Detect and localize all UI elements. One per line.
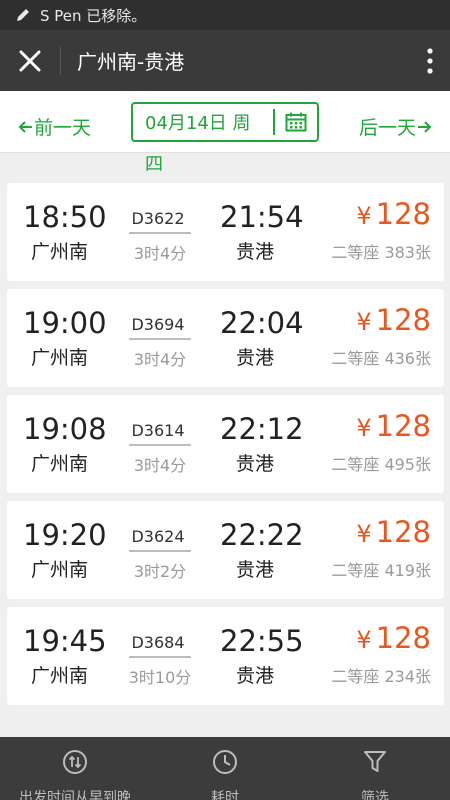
ticket-price: ¥128 (356, 197, 431, 231)
ticket-price: ¥128 (356, 303, 431, 337)
depart-time: 19:20 (23, 518, 107, 552)
seat-availability: 二等座 383张 (331, 243, 431, 262)
currency-symbol: ¥ (356, 626, 372, 654)
currency-symbol: ¥ (356, 520, 372, 548)
depart-time: 19:45 (23, 624, 107, 658)
date-picker[interactable]: 04月14日 周 (131, 102, 319, 142)
close-button[interactable] (0, 30, 60, 91)
price-value: 128 (375, 515, 431, 549)
arrive-station: 贵港 (236, 559, 275, 581)
depart-station: 广州南 (31, 559, 89, 581)
seat-availability: 二等座 495张 (331, 455, 431, 474)
train-row[interactable]: 19:00 广州南 D3694 3时4分 22:04 贵港 ¥128 二等座 4… (7, 289, 444, 387)
train-number: D3624 (131, 527, 185, 546)
date-text: 04月14日 周 (145, 113, 251, 134)
seat-availability: 二等座 419张 (331, 561, 431, 580)
arrow-right-icon (418, 120, 432, 133)
trip-duration: 3时10分 (128, 668, 192, 687)
filter-button[interactable]: 筛选 (300, 737, 450, 800)
close-icon (19, 50, 41, 71)
train-row[interactable]: 19:45 广州南 D3684 3时10分 22:55 贵港 ¥128 二等座 … (7, 607, 444, 705)
route-line (129, 550, 191, 552)
calendar-icon (285, 112, 307, 132)
train-number: D3614 (131, 421, 185, 440)
arrive-time: 21:54 (220, 200, 304, 234)
train-number: D3684 (131, 633, 185, 652)
sort-by-departure-button[interactable]: 出发时间从早到晚 (0, 737, 150, 800)
trip-duration: 3时2分 (133, 562, 187, 581)
currency-symbol: ¥ (356, 202, 372, 230)
trip-duration: 3时4分 (133, 244, 187, 263)
train-number: D3622 (131, 209, 185, 228)
price-value: 128 (375, 303, 431, 337)
depart-station: 广州南 (31, 241, 89, 263)
status-text: S Pen 已移除。 (40, 6, 147, 25)
arrow-left-icon (18, 120, 32, 133)
seat-availability: 二等座 234张 (331, 667, 431, 686)
date-bar: 前一天 04月14日 周 后一天 (0, 91, 450, 153)
ticket-price: ¥128 (356, 409, 431, 443)
sort-icon (63, 750, 87, 774)
depart-station: 广州南 (31, 665, 89, 687)
arrive-station: 贵港 (236, 241, 275, 263)
trip-duration: 3时4分 (133, 456, 187, 475)
train-row[interactable]: 18:50 广州南 D3622 3时4分 21:54 贵港 ¥128 二等座 3… (7, 183, 444, 281)
currency-symbol: ¥ (356, 308, 372, 336)
prev-day-button[interactable]: 前一天 (18, 113, 91, 140)
train-row[interactable]: 19:08 广州南 D3614 3时4分 22:12 贵港 ¥128 二等座 4… (7, 395, 444, 493)
sort-label: 出发时间从早到晚 (19, 790, 131, 800)
depart-station: 广州南 (31, 347, 89, 369)
depart-time: 19:00 (23, 306, 107, 340)
currency-symbol: ¥ (356, 414, 372, 442)
price-value: 128 (375, 409, 431, 443)
depart-time: 18:50 (23, 200, 107, 234)
duration-label: 耗时 (211, 790, 239, 800)
ticket-price: ¥128 (356, 515, 431, 549)
arrive-station: 贵港 (236, 453, 275, 475)
train-row[interactable]: 19:20 广州南 D3624 3时2分 22:22 贵港 ¥128 二等座 4… (7, 501, 444, 599)
depart-station: 广州南 (31, 453, 89, 475)
bottom-toolbar: 出发时间从早到晚 耗时 筛选 (0, 737, 450, 800)
train-list: 18:50 广州南 D3622 3时4分 21:54 贵港 ¥128 二等座 3… (7, 183, 444, 713)
calendar-button[interactable] (275, 112, 317, 132)
more-menu-button[interactable] (410, 30, 450, 91)
next-day-button[interactable]: 后一天 (359, 113, 432, 140)
price-value: 128 (375, 197, 431, 231)
arrive-station: 贵港 (236, 665, 275, 687)
prev-day-label: 前一天 (34, 117, 92, 139)
page-title: 广州南-贵港 (77, 50, 185, 74)
price-value: 128 (375, 621, 431, 655)
pen-icon (17, 9, 29, 21)
train-number: D3694 (131, 315, 185, 334)
filter-icon (364, 751, 386, 772)
ticket-price: ¥128 (356, 621, 431, 655)
arrive-time: 22:55 (220, 624, 304, 658)
date-weekday-overflow: 四 (145, 154, 163, 175)
more-vertical-icon (427, 47, 433, 74)
route-line (129, 232, 191, 234)
route-line (129, 338, 191, 340)
clock-icon (213, 750, 237, 774)
route-line (129, 656, 191, 658)
route-line (129, 444, 191, 446)
status-bar: S Pen 已移除。 (0, 0, 450, 30)
arrive-time: 22:12 (220, 412, 304, 446)
arrive-time: 22:22 (220, 518, 304, 552)
app-bar: 广州南-贵港 (0, 30, 450, 91)
depart-time: 19:08 (23, 412, 107, 446)
seat-availability: 二等座 436张 (331, 349, 431, 368)
arrive-time: 22:04 (220, 306, 304, 340)
arrive-station: 贵港 (236, 347, 275, 369)
duration-sort-button[interactable]: 耗时 (150, 737, 300, 800)
trip-duration: 3时4分 (133, 350, 187, 369)
next-day-label: 后一天 (358, 117, 416, 139)
header-divider (60, 46, 61, 75)
filter-label: 筛选 (361, 790, 389, 800)
